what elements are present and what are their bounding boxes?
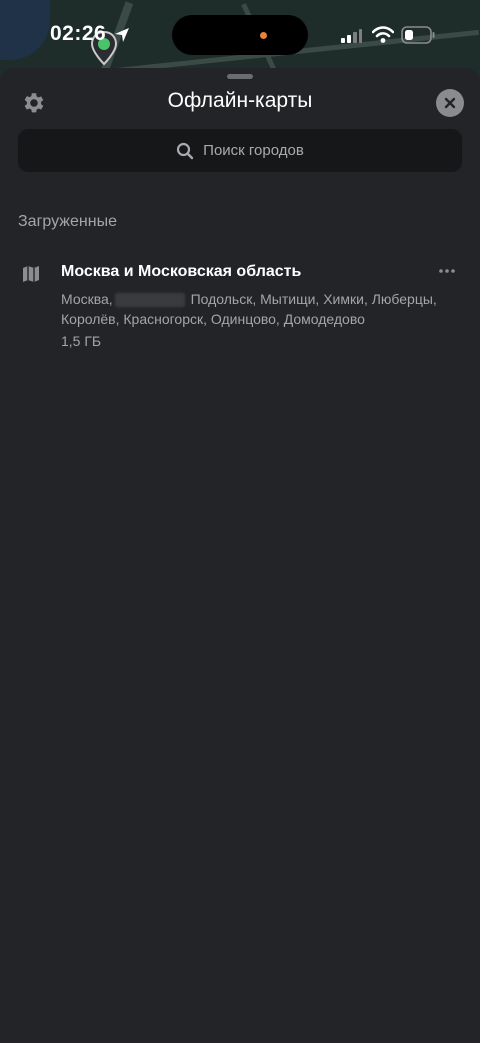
- offline-maps-sheet: Офлайн-карты Поиск городов Загруженные М…: [0, 68, 480, 1043]
- status-time: 02:26: [50, 22, 107, 45]
- close-button[interactable]: [436, 89, 464, 117]
- search-icon: [177, 142, 194, 159]
- dynamic-island: [172, 15, 308, 55]
- list-item[interactable]: Москва и Московская область Москва, Подо…: [0, 253, 480, 363]
- close-icon: [444, 97, 456, 109]
- map-item-size: 1,5 ГБ: [61, 333, 102, 349]
- redacted-text: [114, 293, 185, 308]
- signal-icon: [341, 29, 362, 43]
- map-icon: [23, 266, 39, 282]
- wifi-icon: [372, 26, 394, 43]
- more-icon[interactable]: [437, 263, 457, 279]
- map-item-cities: Москва, Подольск, Мытищи, Химки, Люберцы…: [61, 289, 461, 329]
- map-item-title: Москва и Московская область: [61, 263, 302, 280]
- search-placeholder: Поиск городов: [203, 142, 304, 159]
- search-input[interactable]: Поиск городов: [18, 129, 462, 172]
- location-arrow-icon: [115, 28, 129, 42]
- sheet-grabber[interactable]: [227, 74, 253, 79]
- cities-start: Москва,: [61, 291, 113, 307]
- recording-indicator: [260, 32, 267, 39]
- page-title: Офлайн-карты: [167, 89, 313, 112]
- status-bar: 02:26: [0, 0, 480, 70]
- battery-icon: [401, 26, 435, 44]
- section-title-downloaded: Загруженные: [18, 213, 117, 230]
